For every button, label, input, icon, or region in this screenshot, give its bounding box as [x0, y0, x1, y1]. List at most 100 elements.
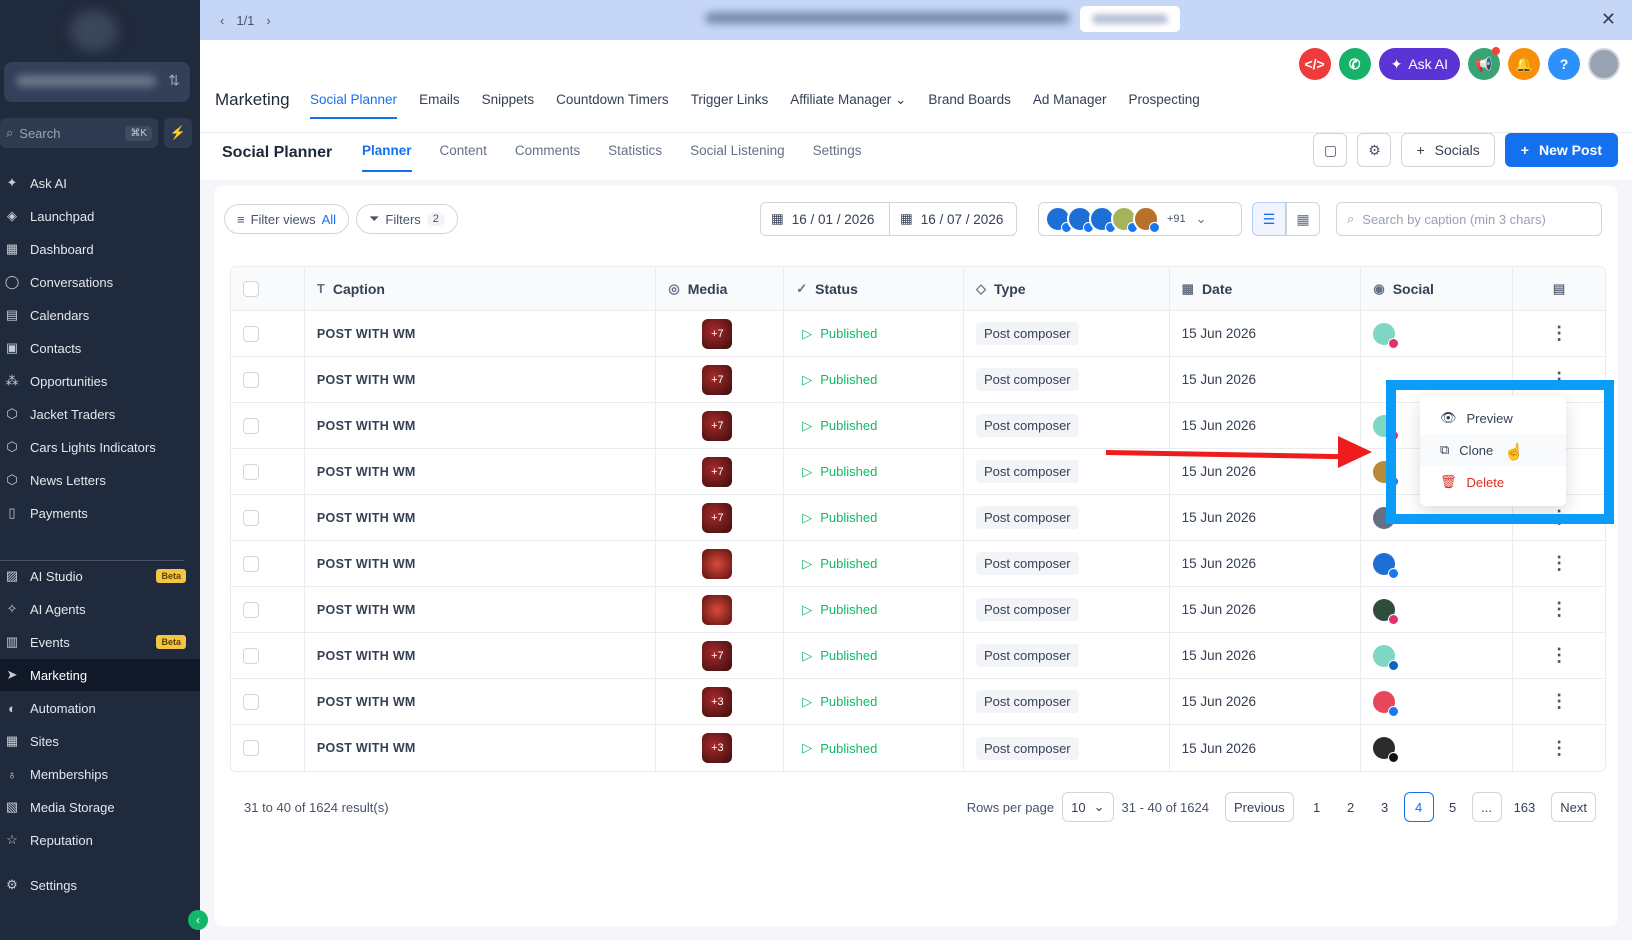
- tab-ad-manager[interactable]: Ad Manager: [1033, 92, 1107, 119]
- kebab-menu-icon[interactable]: ⋮: [1550, 645, 1568, 666]
- row-checkbox[interactable]: [243, 647, 259, 664]
- sidebar-item-ask-ai[interactable]: ✦ Ask AI: [0, 167, 200, 199]
- sidebar-item-reputation[interactable]: ☆ Reputation: [0, 824, 200, 856]
- tab-trigger-links[interactable]: Trigger Links: [691, 92, 769, 119]
- sidebar-item-dashboard[interactable]: ▦ Dashboard: [0, 233, 200, 265]
- sidebar-item-marketing[interactable]: ➤ Marketing: [0, 659, 200, 691]
- close-icon[interactable]: ✕: [1601, 9, 1616, 30]
- sidebar-item-opportunities[interactable]: ⁂ Opportunities: [0, 365, 200, 397]
- row-checkbox[interactable]: [243, 555, 259, 572]
- bell-icon[interactable]: 🔔: [1508, 48, 1540, 80]
- subtab-planner[interactable]: Planner: [362, 143, 412, 172]
- kebab-menu-icon[interactable]: ⋮: [1550, 738, 1568, 759]
- row-checkbox[interactable]: [243, 325, 259, 342]
- help-icon[interactable]: ?: [1548, 48, 1580, 80]
- account-switcher[interactable]: ⇅: [4, 62, 190, 102]
- sidebar-search[interactable]: ⌕ Search ⌘K: [0, 118, 158, 148]
- row-checkbox[interactable]: [243, 601, 259, 618]
- pagination-ellipsis[interactable]: ...: [1471, 792, 1502, 822]
- sidebar-item-ai-agents[interactable]: ✧ AI Agents: [0, 593, 200, 625]
- tab-social-planner[interactable]: Social Planner: [310, 92, 398, 119]
- filters-button[interactable]: ⏷ Filters 2: [356, 204, 458, 234]
- page-button[interactable]: 2: [1336, 792, 1366, 822]
- sidebar-item-ai-studio[interactable]: ▨ AI Studio Beta: [0, 560, 200, 592]
- row-checkbox[interactable]: [243, 740, 259, 756]
- select-all-checkbox[interactable]: [243, 280, 259, 297]
- settings-button[interactable]: ⚙: [1357, 133, 1392, 167]
- table-row[interactable]: POST WITH WM +7 ▷ Published Post composer…: [231, 633, 1605, 679]
- subtab-settings[interactable]: Settings: [813, 143, 862, 172]
- kebab-menu-icon[interactable]: ⋮: [1550, 553, 1568, 574]
- quick-action-button[interactable]: ⚡: [164, 118, 192, 148]
- sidebar-item-settings[interactable]: ⚙ Settings: [0, 869, 200, 901]
- table-row[interactable]: POST WITH WM ▷ Published Post composer 15…: [231, 587, 1605, 633]
- sidebar-item-events[interactable]: ▥ Events Beta: [0, 626, 200, 658]
- subtab-content[interactable]: Content: [440, 143, 487, 172]
- kebab-menu-icon[interactable]: ⋮: [1550, 323, 1568, 344]
- user-avatar[interactable]: [1588, 48, 1620, 80]
- new-post-button[interactable]: + New Post: [1504, 133, 1618, 167]
- sidebar-item-media-storage[interactable]: ▧ Media Storage: [0, 791, 200, 823]
- page-button[interactable]: 4: [1403, 792, 1434, 822]
- media-thumbnail[interactable]: +3: [702, 686, 733, 717]
- row-checkbox[interactable]: [243, 509, 259, 526]
- account-selector[interactable]: +91 ⌄: [1038, 202, 1242, 236]
- media-thumbnail[interactable]: +7: [702, 456, 733, 487]
- banner-action-button[interactable]: [1080, 6, 1180, 32]
- subtab-comments[interactable]: Comments: [515, 143, 580, 172]
- table-row[interactable]: POST WITH WM ▷ Published Post composer 15…: [231, 541, 1605, 587]
- list-view-button[interactable]: ☰: [1252, 202, 1286, 236]
- code-icon[interactable]: </>: [1298, 48, 1331, 80]
- sidebar-item-automation[interactable]: ◐ Automation: [0, 692, 200, 724]
- collapse-sidebar-button[interactable]: ‹: [188, 910, 208, 930]
- tab-emails[interactable]: Emails: [419, 92, 460, 119]
- media-thumbnail[interactable]: +7: [702, 640, 733, 671]
- media-thumbnail[interactable]: [702, 548, 733, 579]
- sidebar-item-conversations[interactable]: ◯ Conversations: [0, 266, 200, 298]
- sidebar-item-contacts[interactable]: ▣ Contacts: [0, 332, 200, 364]
- page-button[interactable]: 5: [1438, 792, 1468, 822]
- row-checkbox[interactable]: [243, 463, 259, 480]
- tab-prospecting[interactable]: Prospecting: [1128, 92, 1199, 119]
- phone-icon[interactable]: ✆: [1338, 48, 1371, 80]
- subtab-statistics[interactable]: Statistics: [608, 143, 662, 172]
- media-thumbnail[interactable]: +7: [702, 318, 733, 349]
- sidebar-item-memberships[interactable]: ♁ Memberships: [0, 758, 200, 790]
- subtab-social-listening[interactable]: Social Listening: [690, 143, 785, 172]
- filter-views-button[interactable]: ≡ Filter views All: [224, 204, 350, 234]
- tab-countdown-timers[interactable]: Countdown Timers: [556, 92, 669, 119]
- chevron-right-icon[interactable]: ›: [266, 13, 270, 28]
- page-button[interactable]: 1: [1302, 792, 1332, 822]
- row-checkbox[interactable]: [243, 371, 259, 388]
- caption-search-input[interactable]: ⌕ Search by caption (min 3 chars): [1336, 202, 1602, 236]
- page-button[interactable]: 3: [1370, 792, 1400, 822]
- sidebar-item-cars-lights-indicators[interactable]: ⬡ Cars Lights Indicators: [0, 431, 200, 463]
- kebab-menu-icon[interactable]: ⋮: [1550, 599, 1568, 620]
- date-to-input[interactable]: ▦ 16 / 07 / 2026: [889, 202, 1017, 236]
- media-thumbnail[interactable]: +7: [702, 364, 733, 395]
- tab-affiliate-manager[interactable]: Affiliate Manager ⌄: [790, 92, 906, 119]
- sidebar-item-launchpad[interactable]: ◈ Launchpad: [0, 200, 200, 232]
- media-thumbnail[interactable]: +3: [702, 733, 733, 763]
- sidebar-item-jacket-traders[interactable]: ⬡ Jacket Traders: [0, 398, 200, 430]
- media-thumbnail[interactable]: +7: [702, 502, 733, 533]
- row-checkbox[interactable]: [243, 417, 259, 434]
- next-page-button[interactable]: Next: [1551, 792, 1596, 822]
- sidebar-item-calendars[interactable]: ▤ Calendars: [0, 299, 200, 331]
- megaphone-icon[interactable]: 📢: [1468, 47, 1500, 80]
- socials-button[interactable]: + Socials: [1401, 133, 1495, 167]
- ask-ai-button[interactable]: ✦ Ask AI: [1378, 48, 1460, 80]
- page-button[interactable]: 163: [1506, 792, 1544, 822]
- tab-brand-boards[interactable]: Brand Boards: [928, 92, 1011, 119]
- media-thumbnail[interactable]: +7: [702, 410, 733, 441]
- tab-snippets[interactable]: Snippets: [482, 92, 535, 119]
- date-from-input[interactable]: ▦ 16 / 01 / 2026: [760, 202, 890, 236]
- table-row[interactable]: POST WITH WM +7 ▷ Published Post composer…: [231, 311, 1605, 357]
- sidebar-item-payments[interactable]: ▯ Payments: [0, 497, 200, 529]
- sidebar-item-news-letters[interactable]: ⬡ News Letters: [0, 464, 200, 496]
- kebab-menu-icon[interactable]: ⋮: [1550, 691, 1568, 712]
- rows-per-page-select[interactable]: 10 ⌄: [1062, 792, 1114, 822]
- sidebar-item-sites[interactable]: ▦ Sites: [0, 725, 200, 757]
- column-settings-icon[interactable]: ▤: [1553, 281, 1565, 297]
- feedback-button[interactable]: ▢: [1313, 133, 1348, 167]
